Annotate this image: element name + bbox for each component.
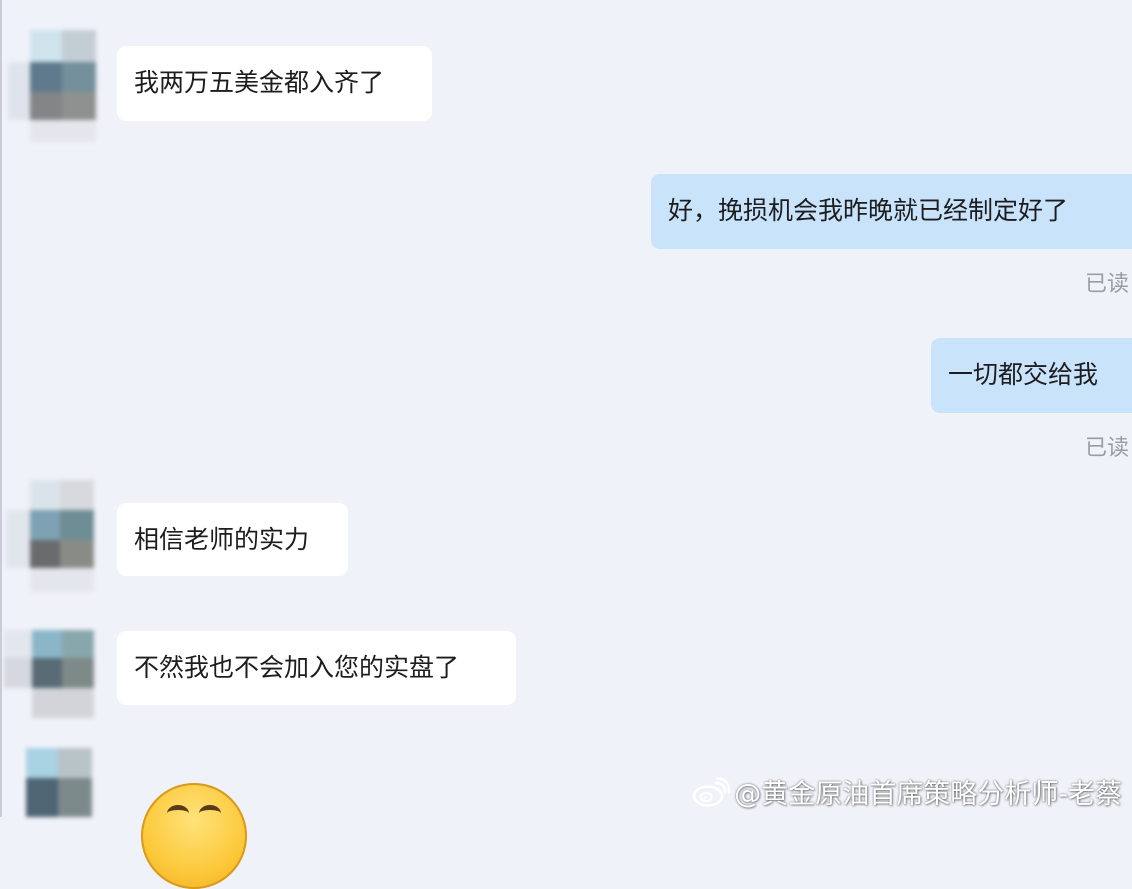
window-left-border: [0, 0, 2, 817]
message-bubble-outgoing[interactable]: 好，挽损机会我昨晚就已经制定好了: [651, 174, 1132, 249]
watermark-text: @黄金原油首席策略分析师-老蔡: [734, 779, 1122, 810]
watermark: @黄金原油首席策略分析师-老蔡: [692, 772, 1122, 811]
message-text: 我两万五美金都入齐了: [134, 68, 385, 97]
message-bubble-outgoing[interactable]: 一切都交给我: [931, 338, 1132, 413]
avatar-blurred[interactable]: [8, 30, 100, 148]
message-text: 好，挽损机会我昨晚就已经制定好了: [668, 196, 1069, 225]
message-bubble-incoming[interactable]: 不然我也不会加入您的实盘了: [117, 631, 516, 705]
weibo-logo-icon: [692, 776, 731, 807]
avatar-blurred[interactable]: [18, 748, 110, 866]
message-bubble-incoming[interactable]: 相信老师的实力: [117, 503, 348, 576]
emoji-left-eye: [167, 805, 189, 822]
emoji-right-eye: [199, 805, 221, 822]
avatar-blurred[interactable]: [4, 630, 96, 748]
message-text: 相信老师的实力: [134, 525, 310, 554]
message-bubble-incoming[interactable]: 我两万五美金都入齐了: [117, 46, 432, 121]
read-status: 已读: [1085, 272, 1130, 297]
avatar-blurred[interactable]: [6, 480, 98, 598]
read-status: 已读: [1085, 436, 1130, 461]
message-text: 一切都交给我: [948, 360, 1099, 389]
message-text: 不然我也不会加入您的实盘了: [134, 653, 460, 682]
smiling-face-emoji-icon: [141, 783, 247, 889]
